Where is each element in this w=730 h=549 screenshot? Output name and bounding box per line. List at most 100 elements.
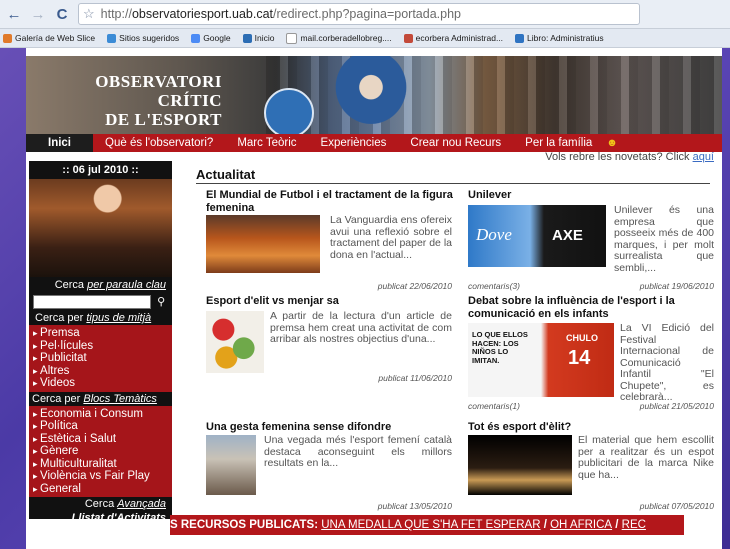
search-keyword-label: Cerca per paraula clau [29,277,172,293]
bookmark-item[interactable]: mail.corberadellobreg.... [283,32,392,44]
article-excerpt: La Vanguardia ens ofereix avui una refle… [330,214,452,261]
article-image[interactable]: Dove AXE [468,205,606,267]
article-excerpt: Unilever és una empresa que posseeix més… [614,204,714,274]
article-image[interactable] [468,435,572,495]
url-path: /redirect.php?pagina=portada.php [273,7,461,21]
article-title[interactable]: Esport d'elit vs menjar sa [206,295,454,308]
bookmark-label: mail.corberadellobreg.... [300,33,392,43]
bookmarks-bar: Galería de Web Slice Sitios sugeridos Go… [0,29,730,48]
bookmark-item[interactable]: Sitios sugeridos [104,33,179,43]
family-icon[interactable]: ☻ [606,137,618,149]
activities-link[interactable]: Activitats [116,512,166,524]
dove-logo-text: Dove [476,225,512,244]
article-date: publicat 21/05/2010 [639,401,714,411]
section-heading: Actualitat [196,167,710,184]
search-keyword-link[interactable]: per paraula clau [87,279,166,291]
article-image[interactable] [206,311,264,373]
bloc-item[interactable]: General [29,483,172,496]
address-bar[interactable]: ☆ http:// observatoriesport.uab.cat /red… [78,3,640,25]
menu-item-inici[interactable]: Inici [26,134,94,152]
article-title[interactable]: El Mundial de Futbol i el tractament de … [206,189,454,214]
article-title[interactable]: Unilever [468,189,716,202]
bookmark-label: Sitios sugeridos [119,33,180,43]
header-banner: OBSERVATORI CRÍTIC DE L'ESPORT [26,56,722,134]
back-icon[interactable]: ← [4,4,24,24]
sidebar-date: :: 06 jul 2010 :: [62,164,139,176]
media-type-item[interactable]: Altres [29,365,172,378]
bookmark-icon [107,33,117,43]
subscribe-link[interactable]: aquí [693,151,714,163]
search-row: ⚲ [29,293,172,311]
bloc-item[interactable]: Gènere [29,445,172,458]
bookmark-item[interactable]: Inicio [240,33,274,43]
bookmark-item[interactable]: Google [188,33,231,43]
article-meta: publicat 13/05/2010 [206,501,452,511]
menu-item-familia[interactable]: Per la família [513,137,604,149]
bookmark-item[interactable]: Galería de Web Slice [0,33,95,43]
forward-icon[interactable]: → [28,4,48,24]
bookmark-item[interactable]: ecorbera Administrad... [401,33,503,43]
url-prefix: http:// [100,7,132,21]
reload-icon[interactable]: C [52,4,72,24]
bookmark-label: ecorbera Administrad... [415,33,504,43]
menu-item-marc-teoric[interactable]: Marc Teòric [225,137,308,149]
page-icon [286,32,298,44]
article-meta: comentaris(3) publicat 19/06/2010 [468,281,714,291]
blocs-list: Economia i Consum Política Estètica i Sa… [29,405,172,497]
article-meta: publicat 07/05/2010 [468,501,714,511]
media-type-item[interactable]: Premsa [29,327,172,340]
site-title-line: CRÍTIC [157,91,222,110]
advanced-search-link[interactable]: Avançada [117,498,166,510]
banner-figure [326,56,416,134]
bloc-item[interactable]: Economia i Consum [29,408,172,421]
ticker-link[interactable]: OH AFRICA [550,519,612,531]
shirt-name: CHULO [566,333,598,343]
bloc-item[interactable]: Política [29,420,172,433]
label-prefix: Cerca per [32,392,84,405]
article-image[interactable] [206,215,320,273]
article-title[interactable]: Tot és esport d'èlit? [468,421,716,434]
campaign-text: LO QUE ELLOS HACEN: LOS NIÑOS LO IMITAN. [472,330,528,365]
article-comments[interactable]: comentaris(1) [468,401,520,411]
bloc-item[interactable]: Multiculturalitat [29,458,172,471]
menu-item-crear-recurs[interactable]: Crear nou Recurs [398,137,513,149]
browser-toolbar: ← → C ☆ http:// observatoriesport.uab.ca… [0,0,730,29]
bloc-item[interactable]: Violència vs Fair Play [29,470,172,483]
article-meta: publicat 22/06/2010 [206,281,452,291]
bookmark-icon [242,33,252,43]
article-card: Esport d'elit vs menjar sa A partir de l… [206,295,454,405]
sidebar-photo [29,179,172,277]
ticker-link[interactable]: UNA MEDALLA QUE S'HA FET ESPERAR [321,519,540,531]
bookmark-star-icon[interactable]: ☆ [83,6,95,22]
search-blocs-link[interactable]: Blocs Temàtics [83,393,157,405]
media-type-item[interactable]: Pel·lícules [29,340,172,353]
menu-item-experiencies[interactable]: Experiències [309,137,399,149]
search-blocs-label: Cerca per Blocs Temàtics [29,392,172,406]
article-title[interactable]: Debat sobre la influència de l'esport i … [468,295,716,320]
article-title[interactable]: Una gesta femenina sense difondre [206,421,454,434]
article-card: Unilever Dove AXE Unilever és una empres… [468,189,716,291]
subscribe-notice: Vols rebre les novetats? Click aquí [545,151,714,163]
article-excerpt: Una vegada més l'esport femení català de… [264,434,452,469]
media-type-item[interactable]: Videos [29,377,172,390]
ticker-link[interactable]: REC [622,519,646,531]
warning-icon [515,33,525,43]
article-image[interactable] [206,435,256,495]
article-comments[interactable]: comentaris(3) [468,281,520,291]
ticker-separator: / [612,519,622,531]
search-media-type-link[interactable]: tipus de mitjà [86,312,151,324]
bookmark-item[interactable]: Libro: Administratius [512,33,604,43]
bookmark-icon [3,33,12,43]
search-icon[interactable]: ⚲ [154,295,168,309]
bookmark-label: Google [203,33,231,43]
menu-item-que-es[interactable]: Què és l'observatori? [93,137,225,149]
search-input[interactable] [33,295,152,309]
article-excerpt: El material que hem escollit per a reali… [578,434,714,481]
article-date: publicat 13/05/2010 [377,501,452,511]
site-title[interactable]: OBSERVATORI CRÍTIC DE L'ESPORT [60,72,222,129]
media-type-item[interactable]: Publicitat [29,352,172,365]
sponsor-logo [264,88,314,134]
main-menu: Inici Què és l'observatori? Marc Teòric … [26,134,722,152]
bloc-item[interactable]: Estètica i Salut [29,433,172,446]
article-image[interactable]: LO QUE ELLOS HACEN: LOS NIÑOS LO IMITAN.… [468,323,614,397]
